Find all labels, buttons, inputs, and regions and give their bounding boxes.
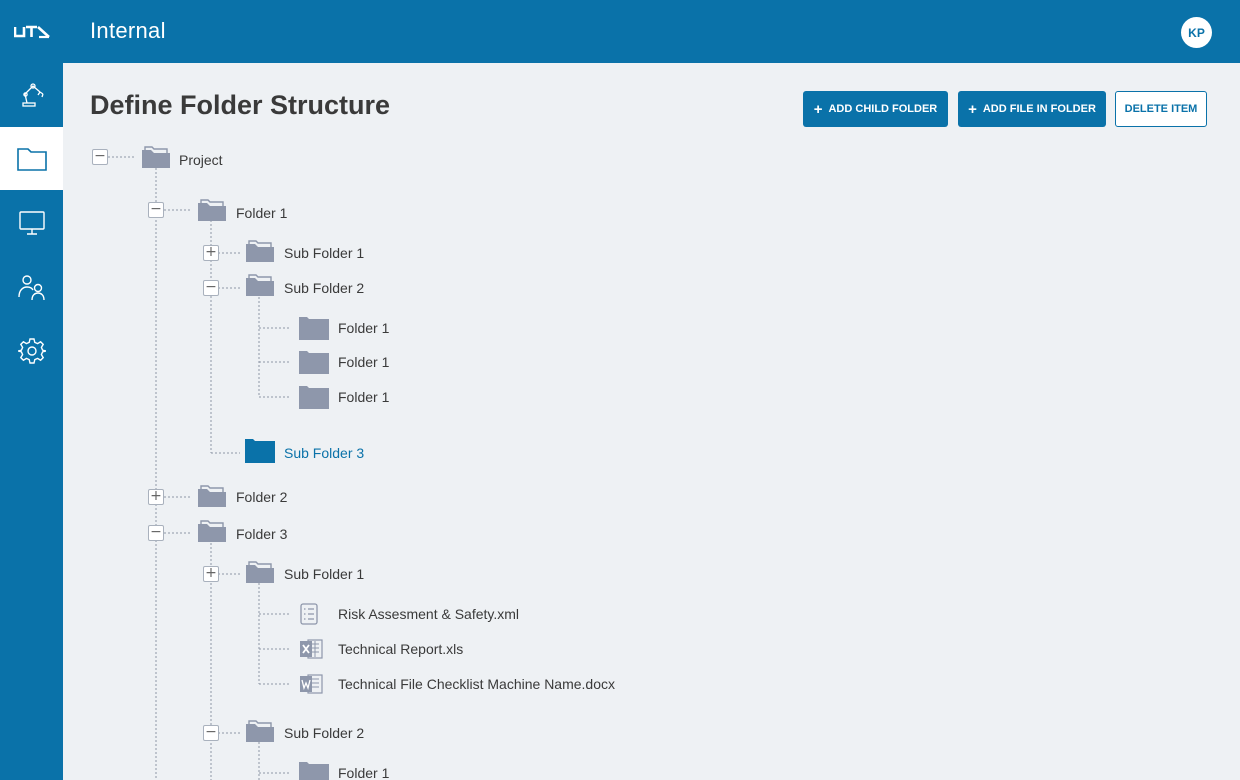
open-folder-icon [245,240,275,264]
open-folder-icon [197,199,227,223]
word-file-icon [299,673,323,695]
tree-node-label-selected[interactable]: Sub Folder 3 [284,445,364,461]
users-icon [17,274,45,300]
tree-node-label[interactable]: Folder 3 [236,526,287,542]
open-folder-icon [245,274,275,298]
robot-arm-icon [21,82,44,107]
gear-icon [17,337,46,364]
open-folder-icon [197,520,227,544]
app-title: Internal [90,18,166,43]
plus-icon: + [813,100,823,118]
tree-node-label[interactable]: Project [179,152,223,168]
tree-node-label[interactable]: Folder 2 [236,489,287,505]
delete-item-button[interactable]: DELETE ITEM [1115,91,1207,127]
folder-icon [298,316,330,341]
add-file-in-folder-button[interactable]: + ADD FILE IN FOLDER [958,91,1106,127]
folder-icon [298,385,330,410]
tree-node-label[interactable]: Folder 1 [338,765,389,780]
collapse-toggle[interactable]: − [92,149,108,165]
nav-item-folders[interactable] [0,127,63,190]
delete-item-label: DELETE ITEM [1124,103,1198,115]
add-child-folder-label: ADD CHILD FOLDER [828,103,938,115]
collapse-toggle[interactable]: − [148,525,164,541]
excel-file-icon [299,638,323,660]
open-folder-icon [245,561,275,585]
tree-node-label[interactable]: Sub Folder 1 [284,566,364,582]
company-logo[interactable] [0,0,63,63]
collapse-toggle[interactable]: − [203,725,219,741]
expand-toggle[interactable]: + [203,245,219,261]
document-list-icon [299,603,319,625]
top-bar: Internal KP [0,0,1240,63]
user-avatar[interactable]: KP [1181,17,1212,48]
folder-icon [298,761,330,780]
page-title: Define Folder Structure [90,90,391,120]
tree-node-label[interactable]: Folder 1 [338,354,389,370]
tree-node-label[interactable]: Sub Folder 2 [284,280,364,296]
tree-node-label[interactable]: Sub Folder 2 [284,725,364,741]
collapse-toggle[interactable]: − [203,280,219,296]
open-folder-icon [197,485,227,509]
monitor-icon [18,210,45,235]
expand-toggle[interactable]: + [148,489,164,505]
tree-node-label[interactable]: Technical File Checklist Machine Name.do… [338,676,615,692]
tree-node-label[interactable]: Folder 1 [236,205,287,221]
plus-icon: + [968,100,977,118]
tree-node-label[interactable]: Folder 1 [338,389,389,405]
nav-item-monitor[interactable] [0,191,63,254]
add-file-in-folder-label: ADD FILE IN FOLDER [982,103,1096,115]
add-child-folder-button[interactable]: + ADD CHILD FOLDER [803,91,948,127]
nav-item-users[interactable] [0,255,63,318]
collapse-toggle[interactable]: − [148,202,164,218]
tree-node-label[interactable]: Folder 1 [338,320,389,336]
folder-icon [298,350,330,375]
nav-item-robotics[interactable] [0,63,63,126]
nav-item-settings[interactable] [0,319,63,382]
open-folder-icon [141,146,171,170]
tree-node-label[interactable]: Sub Folder 1 [284,245,364,261]
sidebar [0,63,63,780]
folder-icon-selected [244,438,276,464]
open-folder-icon [245,720,275,744]
folder-icon [16,147,47,171]
expand-toggle[interactable]: + [203,566,219,582]
tree-node-label[interactable]: Risk Assesment & Safety.xml [338,606,519,622]
logo-mark [13,25,50,38]
tree-node-label[interactable]: Technical Report.xls [338,641,463,657]
